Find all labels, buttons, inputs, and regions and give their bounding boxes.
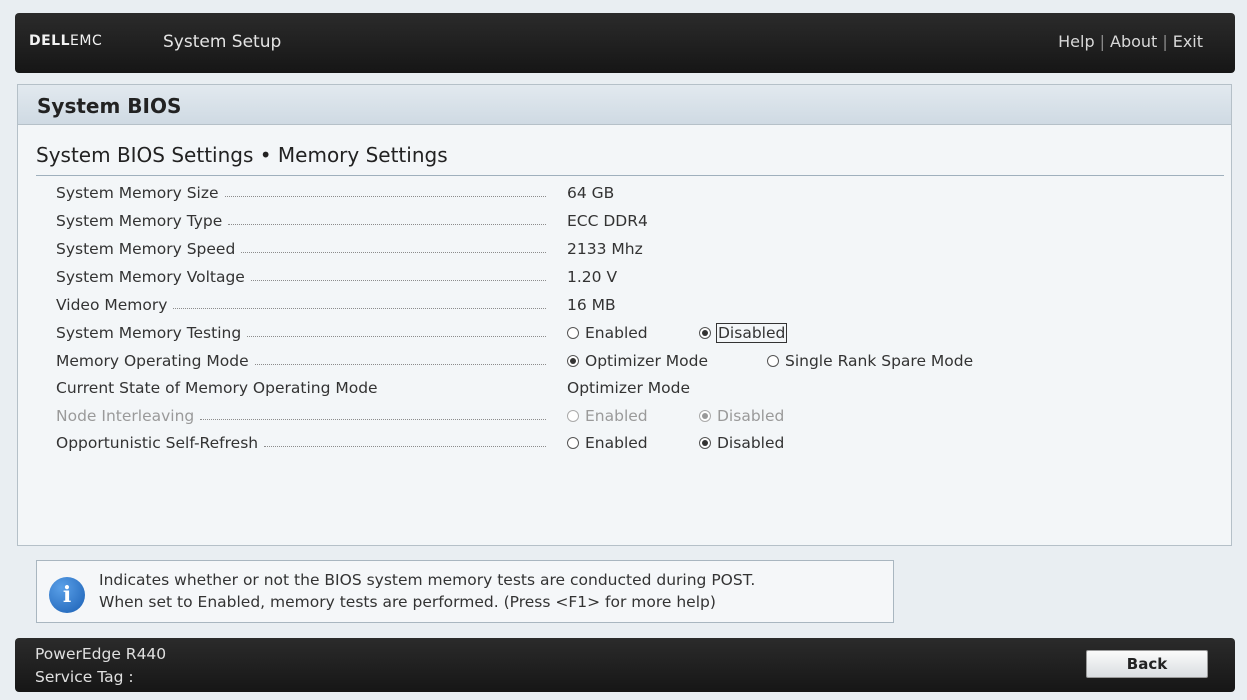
top-links: Help | About | Exit bbox=[1058, 32, 1203, 51]
setting-label: Memory Operating Mode bbox=[56, 352, 249, 370]
setting-value: Optimizer Mode bbox=[567, 379, 691, 397]
setting-row-node-interleaving: Node Interleaving Enabled Disabled bbox=[56, 407, 1206, 431]
setting-value: 2133 Mhz bbox=[567, 240, 643, 258]
footer-bar: PowerEdge R440 Service Tag : Back bbox=[15, 638, 1235, 692]
about-link[interactable]: About bbox=[1110, 32, 1157, 51]
top-bar: DELLEMC System Setup Help | About | Exit bbox=[15, 13, 1235, 73]
option-label: Disabled bbox=[715, 323, 788, 343]
dotted-leader bbox=[173, 307, 546, 309]
info-icon: i bbox=[49, 577, 85, 613]
option-label: Disabled bbox=[717, 434, 785, 452]
setting-value: 64 GB bbox=[567, 184, 615, 202]
radio-button-icon bbox=[567, 410, 579, 422]
setting-value: 1.20 V bbox=[567, 268, 618, 286]
option-label: Enabled bbox=[585, 407, 648, 425]
optimizer-mode-radio[interactable]: Optimizer Mode bbox=[567, 352, 708, 370]
link-separator: | bbox=[1099, 32, 1105, 51]
exit-link[interactable]: Exit bbox=[1173, 32, 1203, 51]
app-title: System Setup bbox=[163, 32, 282, 52]
setting-label: System Memory Type bbox=[56, 212, 223, 230]
setting-row-memory-type: System Memory Type ECC DDR4 bbox=[56, 212, 1206, 236]
setting-value: ECC DDR4 bbox=[567, 212, 648, 230]
radio-button-selected-icon[interactable] bbox=[699, 437, 711, 449]
link-separator: | bbox=[1162, 32, 1168, 51]
service-tag: Service Tag : bbox=[35, 668, 134, 686]
option-label: Enabled bbox=[585, 434, 648, 452]
help-line-1: Indicates whether or not the BIOS system… bbox=[99, 571, 756, 589]
radio-button-selected-icon[interactable] bbox=[699, 327, 711, 339]
help-link[interactable]: Help bbox=[1058, 32, 1094, 51]
system-model: PowerEdge R440 bbox=[35, 645, 167, 663]
help-text: Indicates whether or not the BIOS system… bbox=[99, 569, 755, 613]
setting-label: System Memory Voltage bbox=[56, 268, 245, 286]
setting-row-self-refresh: Opportunistic Self-Refresh Enabled Disab… bbox=[56, 434, 1206, 458]
radio-button-icon[interactable] bbox=[767, 355, 779, 367]
setting-row-operating-mode: Memory Operating Mode Optimizer Mode Sin… bbox=[56, 352, 1206, 376]
dotted-leader bbox=[254, 363, 546, 365]
radio-button-icon[interactable] bbox=[567, 327, 579, 339]
help-line-2: When set to Enabled, memory tests are pe… bbox=[99, 593, 716, 611]
node-interleaving-disabled-radio: Disabled bbox=[699, 407, 784, 425]
dotted-leader bbox=[200, 418, 546, 420]
setting-label: System Memory Testing bbox=[56, 324, 242, 342]
setting-row-memory-speed: System Memory Speed 2133 Mhz bbox=[56, 240, 1206, 264]
setting-row-memory-voltage: System Memory Voltage 1.20 V bbox=[56, 268, 1206, 292]
dotted-leader bbox=[241, 251, 546, 253]
panel-title: System BIOS bbox=[18, 85, 1231, 125]
self-refresh-disabled-radio[interactable]: Disabled bbox=[699, 434, 784, 452]
section-title: System BIOS Settings • Memory Settings bbox=[36, 143, 448, 167]
setting-label: Current State of Memory Operating Mode bbox=[56, 379, 378, 397]
logo-dell-text: DELL bbox=[29, 33, 71, 49]
back-button[interactable]: Back bbox=[1086, 650, 1208, 678]
setting-row-current-mode: Current State of Memory Operating Mode O… bbox=[56, 379, 1206, 403]
dotted-leader bbox=[247, 335, 546, 337]
setting-label: System Memory Size bbox=[56, 184, 219, 202]
option-label: Disabled bbox=[717, 407, 785, 425]
setting-label: Opportunistic Self-Refresh bbox=[56, 434, 259, 452]
logo-emc-text: EMC bbox=[70, 33, 103, 49]
dotted-leader bbox=[264, 445, 546, 447]
node-interleaving-enabled-radio: Enabled bbox=[567, 407, 648, 425]
help-box: i Indicates whether or not the BIOS syst… bbox=[36, 560, 894, 623]
radio-button-selected-icon bbox=[699, 410, 711, 422]
dotted-leader bbox=[250, 279, 546, 281]
settings-panel: System BIOS System BIOS Settings • Memor… bbox=[17, 84, 1232, 546]
setting-label: Node Interleaving bbox=[56, 407, 195, 425]
dotted-leader bbox=[228, 223, 546, 225]
radio-button-icon[interactable] bbox=[567, 437, 579, 449]
setting-value: 16 MB bbox=[567, 296, 616, 314]
single-rank-spare-radio[interactable]: Single Rank Spare Mode bbox=[767, 352, 973, 370]
dell-emc-logo: DELLEMC bbox=[29, 33, 102, 49]
dotted-leader bbox=[224, 195, 546, 197]
setting-row-video-memory: Video Memory 16 MB bbox=[56, 296, 1206, 320]
setting-row-memory-testing: System Memory Testing Enabled Disabled bbox=[56, 323, 1206, 348]
section-divider bbox=[36, 175, 1224, 176]
option-label: Enabled bbox=[585, 324, 648, 342]
option-label: Optimizer Mode bbox=[585, 352, 709, 370]
setting-label: System Memory Speed bbox=[56, 240, 236, 258]
memory-testing-disabled-radio[interactable]: Disabled bbox=[699, 323, 788, 343]
self-refresh-enabled-radio[interactable]: Enabled bbox=[567, 434, 648, 452]
radio-button-selected-icon[interactable] bbox=[567, 355, 579, 367]
option-label: Single Rank Spare Mode bbox=[785, 352, 974, 370]
setting-row-memory-size: System Memory Size 64 GB bbox=[56, 184, 1206, 208]
memory-testing-enabled-radio[interactable]: Enabled bbox=[567, 324, 648, 342]
setting-label: Video Memory bbox=[56, 296, 168, 314]
